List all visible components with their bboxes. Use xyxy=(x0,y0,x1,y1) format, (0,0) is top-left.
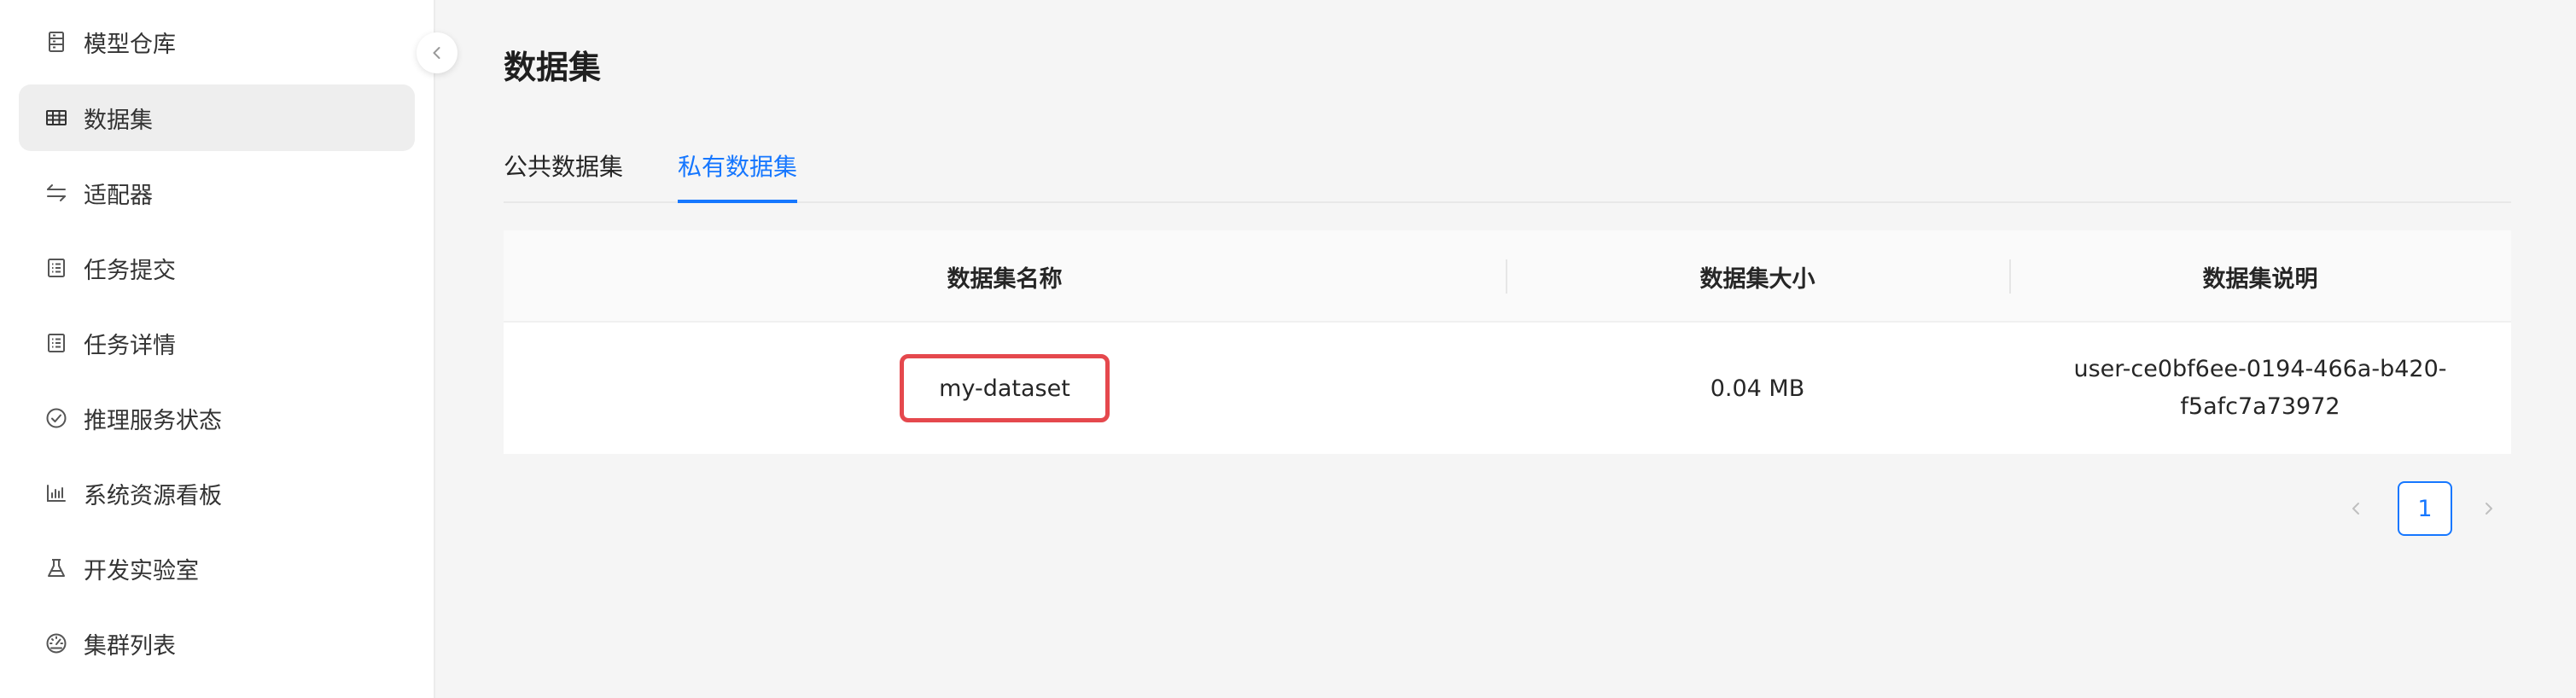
active-tab-indicator xyxy=(678,200,797,203)
table-icon xyxy=(44,106,68,130)
main-content: 数据集 公共数据集 私有数据集 数据集名称 数据集大小 数据集说明 my-dat… xyxy=(437,0,2576,698)
column-header-name: 数据集名称 xyxy=(947,265,1063,293)
sidebar-item-cluster-list[interactable]: 集群列表 xyxy=(19,610,415,677)
chevron-left-icon xyxy=(2352,503,2359,515)
cell-dataset-description: user-ce0bf6ee-0194-466a-b420-f5afc7a7397… xyxy=(2073,356,2447,420)
tab-bar: 公共数据集 私有数据集 xyxy=(504,137,2511,203)
pagination-prev-button[interactable] xyxy=(2328,481,2383,536)
sidebar-item-label: 推理服务状态 xyxy=(84,407,222,434)
sidebar: 模型仓库 数据集 适配器 任务提交 任务详情 推理服务状态 系统资源看板 开发实… xyxy=(0,0,435,698)
sidebar-item-label: 系统资源看板 xyxy=(84,482,222,509)
page-title: 数据集 xyxy=(504,49,602,86)
sidebar-item-resource-dashboard[interactable]: 系统资源看板 xyxy=(19,460,415,526)
sidebar-item-label: 模型仓库 xyxy=(84,31,176,58)
pagination-next-button[interactable] xyxy=(2462,481,2516,536)
list-doc-icon xyxy=(44,331,68,355)
column-divider xyxy=(1506,259,1507,294)
sidebar-collapse-button[interactable] xyxy=(417,32,458,73)
sidebar-item-datasets[interactable]: 数据集 xyxy=(19,84,415,151)
dataset-name-link[interactable]: my-dataset xyxy=(900,354,1110,422)
sidebar-item-task-details[interactable]: 任务详情 xyxy=(19,310,415,376)
column-header-size: 数据集大小 xyxy=(1699,265,1815,293)
sidebar-item-label: 数据集 xyxy=(84,107,153,134)
check-circle-icon xyxy=(44,406,68,430)
tab-private-datasets[interactable]: 私有数据集 xyxy=(678,148,797,203)
column-divider xyxy=(2009,259,2011,294)
cell-dataset-size: 0.04 MB xyxy=(1710,375,1805,402)
pagination: 1 xyxy=(2328,481,2516,536)
datasets-table: 数据集名称 数据集大小 数据集说明 my-dataset 0.04 MB use… xyxy=(504,230,2511,454)
sidebar-item-label: 任务详情 xyxy=(84,332,176,359)
sidebar-item-adapters[interactable]: 适配器 xyxy=(19,160,415,226)
sidebar-item-model-repo[interactable]: 模型仓库 xyxy=(19,9,415,75)
app-window: 模型仓库 数据集 适配器 任务提交 任务详情 推理服务状态 系统资源看板 开发实… xyxy=(0,0,2576,698)
sidebar-item-dev-lab[interactable]: 开发实验室 xyxy=(19,535,415,602)
arrows-swap-icon xyxy=(44,181,68,205)
cell-dataset-name: my-dataset xyxy=(504,323,1506,454)
list-doc-icon xyxy=(44,256,68,280)
dashboard-icon xyxy=(44,631,68,655)
pagination-page-button[interactable]: 1 xyxy=(2398,481,2452,536)
sidebar-item-inference-status[interactable]: 推理服务状态 xyxy=(19,385,415,451)
sidebar-item-label: 集群列表 xyxy=(84,632,176,660)
table-header: 数据集名称 数据集大小 数据集说明 xyxy=(504,230,2511,323)
chevron-left-icon xyxy=(433,47,440,59)
model-repo-icon xyxy=(44,30,68,54)
sidebar-item-task-submit[interactable]: 任务提交 xyxy=(19,235,415,301)
table-row[interactable]: my-dataset 0.04 MB user-ce0bf6ee-0194-46… xyxy=(504,323,2511,454)
chevron-right-icon xyxy=(2486,503,2492,515)
column-header-description: 数据集说明 xyxy=(2202,265,2318,293)
tab-public-datasets[interactable]: 公共数据集 xyxy=(504,148,623,203)
flask-icon xyxy=(44,556,68,580)
sidebar-item-label: 任务提交 xyxy=(84,257,176,284)
sidebar-item-label: 开发实验室 xyxy=(84,557,199,585)
bar-chart-icon xyxy=(44,481,68,505)
sidebar-item-label: 适配器 xyxy=(84,182,153,209)
